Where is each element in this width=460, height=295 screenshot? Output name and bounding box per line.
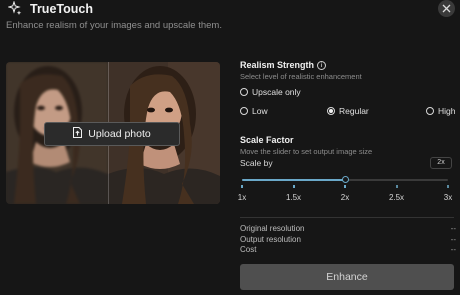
realism-title: Realism Strength i bbox=[240, 60, 456, 70]
dialog-header: TrueTouch Enhance realism of your images… bbox=[6, 0, 454, 40]
realism-title-text: Realism Strength bbox=[240, 60, 315, 70]
cost-row: Cost -- bbox=[240, 245, 456, 254]
radio-low-label: Low bbox=[252, 106, 268, 116]
scale-section: Scale Factor Move the slider to set outp… bbox=[240, 135, 456, 156]
original-resolution-value: -- bbox=[450, 224, 456, 233]
scale-by-label: Scale by bbox=[240, 158, 273, 168]
radio-high-label: High bbox=[438, 106, 456, 116]
close-button[interactable] bbox=[438, 0, 455, 17]
output-resolution-label: Output resolution bbox=[240, 235, 301, 244]
slider-tick-label: 2x bbox=[340, 193, 350, 202]
slider-thumb[interactable] bbox=[341, 176, 349, 183]
realism-section: Realism Strength i Select level of realis… bbox=[240, 60, 456, 81]
file-upload-icon bbox=[73, 127, 83, 141]
enhance-button[interactable]: Enhance bbox=[240, 264, 454, 290]
radio-low[interactable]: Low bbox=[240, 106, 268, 116]
radio-regular-label: Regular bbox=[339, 106, 369, 116]
original-resolution-row: Original resolution -- bbox=[240, 224, 456, 233]
output-resolution-value: -- bbox=[450, 235, 456, 244]
scale-by-row: Scale by 2x bbox=[240, 157, 456, 171]
radio-regular[interactable]: Regular bbox=[327, 106, 369, 116]
upload-photo-label: Upload photo bbox=[88, 128, 151, 140]
cost-value: -- bbox=[450, 245, 456, 254]
scale-slider[interactable]: 1x 1.5x 2x 2.5x 3x bbox=[237, 176, 456, 207]
slider-tick-label: 3x bbox=[443, 193, 453, 202]
slider-tick-label: 1.5x bbox=[285, 193, 302, 202]
sparkle-icon bbox=[7, 0, 22, 15]
scale-description: Move the slider to set output image size bbox=[240, 147, 373, 156]
radio-circle bbox=[240, 88, 248, 96]
radio-upscale-only-label: Upscale only bbox=[252, 87, 301, 97]
realism-description: Select level of realistic enhancement bbox=[240, 72, 362, 81]
slider-tick bbox=[447, 185, 449, 188]
radio-circle bbox=[240, 107, 248, 115]
upload-photo-button[interactable]: Upload photo bbox=[44, 122, 180, 146]
app-title: TrueTouch bbox=[30, 2, 93, 16]
app-subtitle: Enhance realism of your images and upsca… bbox=[6, 20, 222, 31]
radio-upscale-only[interactable]: Upscale only bbox=[240, 87, 301, 97]
slider-tick-label: 1x bbox=[237, 193, 247, 202]
section-divider bbox=[240, 217, 454, 218]
original-resolution-label: Original resolution bbox=[240, 224, 305, 233]
slider-tick-label: 2.5x bbox=[388, 193, 405, 202]
slider-tick bbox=[241, 185, 243, 188]
slider-tick bbox=[292, 185, 295, 188]
info-icon[interactable]: i bbox=[317, 61, 327, 70]
radio-circle-checked bbox=[327, 107, 335, 115]
slider-tick bbox=[344, 185, 346, 188]
radio-high[interactable]: High bbox=[426, 106, 455, 116]
image-preview: Upload photo bbox=[6, 62, 220, 204]
slider-track[interactable] bbox=[242, 176, 448, 183]
output-resolution-row: Output resolution -- bbox=[240, 235, 456, 244]
slider-tick bbox=[395, 185, 398, 188]
scale-value-badge: 2x bbox=[430, 157, 452, 169]
radio-circle bbox=[426, 107, 434, 115]
slider-fill bbox=[242, 179, 345, 181]
close-icon bbox=[442, 0, 451, 18]
scale-title: Scale Factor bbox=[240, 135, 294, 145]
cost-label: Cost bbox=[240, 245, 257, 254]
